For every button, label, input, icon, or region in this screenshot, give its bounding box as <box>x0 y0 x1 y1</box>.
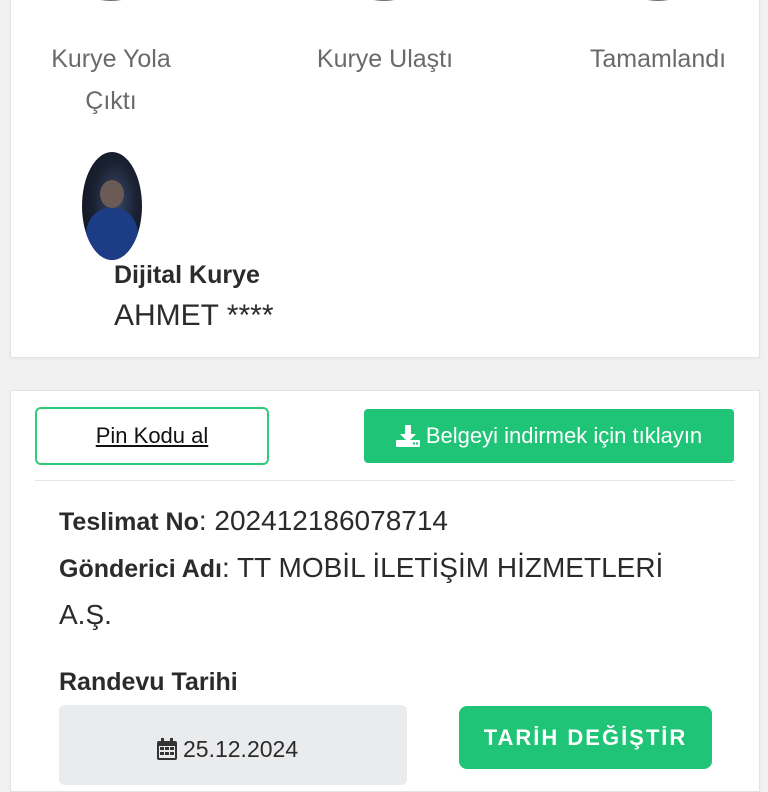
step-label-completed: Tamamlandı <box>548 38 768 80</box>
step-circle-on-the-way <box>57 0 165 1</box>
download-icon <box>395 425 420 447</box>
delivery-no-label: Teslimat No <box>59 508 199 536</box>
step-circle-arrived <box>330 0 438 1</box>
download-document-button[interactable]: Belgeyi indirmek için tıklayın <box>364 409 734 463</box>
courier-avatar <box>82 152 142 260</box>
courier-title: Dijital Kurye <box>114 261 260 289</box>
courier-name: AHMET **** <box>114 299 274 332</box>
step-circle-completed <box>604 0 712 1</box>
delivery-status-card: Kurye Yola Çıktı Kurye Ulaştı Tamamlandı… <box>10 0 760 358</box>
section-divider <box>35 480 735 481</box>
delivery-details-card: Pin Kodu al Belgeyi indirmek için tıklay… <box>10 390 760 792</box>
appointment-date-label: Randevu Tarihi <box>59 668 238 696</box>
step-label-on-the-way: Kurye Yola Çıktı <box>1 38 221 122</box>
step-label-arrived: Kurye Ulaştı <box>275 38 495 80</box>
step-label-line1: Kurye Yola <box>51 45 171 73</box>
appointment-date-field[interactable]: 25.12.2024 <box>59 705 407 785</box>
step-label-line1: Tamamlandı <box>589 45 727 73</box>
delivery-no-row: Teslimat No: 202412186078714 <box>59 498 719 545</box>
download-button-label: Belgeyi indirmek için tıklayın <box>425 423 703 448</box>
sender-label: Gönderici Adı <box>59 555 222 583</box>
get-pin-code-button[interactable]: Pin Kodu al <box>35 407 269 465</box>
delivery-no-value: : 202412186078714 <box>198 505 448 536</box>
change-date-button[interactable]: TARİH DEĞİŞTİR <box>459 706 712 769</box>
appointment-date-text: 25.12.2024 <box>183 735 299 762</box>
step-label-line2: Çıktı <box>85 87 137 115</box>
appointment-date-value: 25.12.2024 <box>157 735 298 763</box>
step-label-line1: Kurye Ulaştı <box>316 45 454 73</box>
sender-row: Gönderici Adı: TT MOBİL İLETİŞİM HİZMETL… <box>59 545 719 638</box>
calendar-icon <box>157 738 177 760</box>
